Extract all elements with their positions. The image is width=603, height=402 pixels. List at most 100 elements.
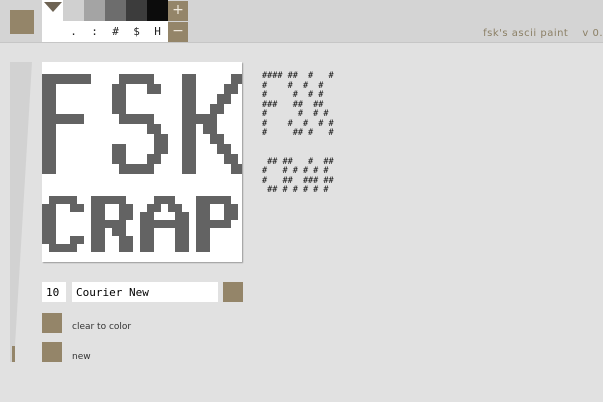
canvas-pixel — [119, 244, 126, 252]
canvas-pixel — [203, 244, 210, 252]
canvas-pixel — [196, 114, 203, 124]
canvas-pixel — [203, 236, 210, 244]
canvas-pixel — [231, 164, 238, 174]
canvas-pixel — [133, 114, 140, 124]
canvas-pixel — [182, 104, 189, 114]
canvas-pixel — [147, 244, 154, 252]
canvas-pixel — [147, 212, 154, 220]
canvas-pixel — [49, 196, 56, 204]
canvas-pixel — [119, 144, 126, 154]
canvas-pixel — [98, 244, 105, 252]
canvas-pixel — [126, 236, 133, 244]
canvas-pixel — [154, 204, 161, 212]
canvas-pixel — [49, 236, 56, 244]
new-button[interactable] — [42, 342, 62, 362]
palette-cell-charcoal[interactable]: $ — [126, 0, 147, 42]
canvas-pixel — [42, 114, 49, 124]
canvas-pixel — [154, 134, 161, 144]
canvas-pixel — [119, 104, 126, 114]
canvas-pixel — [231, 74, 238, 84]
palette-color-swatch — [147, 0, 168, 21]
canvas-pixel — [98, 220, 105, 228]
canvas-pixel — [42, 204, 49, 212]
canvas-pixel — [119, 204, 126, 212]
canvas-pixel — [231, 84, 238, 94]
canvas-pixel — [77, 114, 84, 124]
canvas-pixel — [189, 124, 196, 134]
canvas-pixel — [112, 228, 119, 236]
current-color-swatch[interactable] — [10, 10, 34, 34]
canvas-pixel — [91, 196, 98, 204]
canvas-pixel — [42, 74, 49, 84]
canvas-pixel — [224, 154, 231, 164]
canvas-pixel — [140, 228, 147, 236]
canvas-pixel — [182, 236, 189, 244]
canvas-pixel — [49, 212, 56, 220]
canvas-pixel — [147, 84, 154, 94]
canvas-pixel — [182, 244, 189, 252]
canvas-pixel — [119, 212, 126, 220]
palette-cell-gray[interactable]: : — [84, 0, 105, 42]
font-name-field[interactable] — [72, 282, 218, 302]
canvas-pixel — [182, 74, 189, 84]
canvas-pixel — [112, 84, 119, 94]
canvas-pixel — [224, 220, 231, 228]
palette-cell-black[interactable]: H — [147, 0, 168, 42]
canvas-pixel — [238, 74, 242, 84]
canvas-pixel — [182, 154, 189, 164]
clear-to-color-button[interactable] — [42, 313, 62, 333]
canvas-pixel — [49, 204, 56, 212]
slider-handle[interactable] — [12, 346, 15, 362]
zoom-in-button[interactable]: + — [168, 1, 188, 21]
canvas-pixel — [77, 236, 84, 244]
canvas-pixel — [140, 212, 147, 220]
canvas-pixel — [147, 164, 154, 174]
canvas-pixel — [126, 164, 133, 174]
canvas-pixel — [175, 204, 182, 212]
canvas-pixel — [210, 124, 217, 134]
canvas-pixel — [175, 212, 182, 220]
canvas-pixel — [42, 212, 49, 220]
font-apply-button[interactable] — [223, 282, 243, 302]
font-size-field[interactable] — [42, 282, 66, 302]
canvas-pixel — [203, 212, 210, 220]
palette-cell-light-gray[interactable]: . — [63, 0, 84, 42]
canvas-pixel — [154, 124, 161, 134]
canvas-pixel — [189, 84, 196, 94]
canvas-pixel — [56, 196, 63, 204]
palette-char: . — [63, 21, 84, 42]
canvas-pixel — [77, 204, 84, 212]
canvas-pixel — [189, 94, 196, 104]
canvas-pixel — [224, 196, 231, 204]
canvas-pixel — [189, 104, 196, 114]
canvas-pixel — [154, 144, 161, 154]
zoom-out-button[interactable]: − — [168, 22, 188, 42]
canvas-pixel — [161, 196, 168, 204]
canvas-pixel — [196, 244, 203, 252]
canvas-pixel — [112, 104, 119, 114]
canvas-pixel — [175, 220, 182, 228]
canvas-pixel — [42, 134, 49, 144]
canvas-pixel — [119, 84, 126, 94]
canvas-pixel — [98, 196, 105, 204]
canvas-pixel — [70, 196, 77, 204]
palette-color-swatch — [63, 0, 84, 21]
canvas-pixel — [119, 74, 126, 84]
app-title: fsk's ascii paint v 0. — [469, 28, 603, 39]
canvas-pixel — [49, 104, 56, 114]
palette-cell-dark-gray[interactable]: # — [105, 0, 126, 42]
brush-size-slider[interactable] — [10, 62, 34, 364]
canvas-pixel — [147, 114, 154, 124]
paint-canvas[interactable] — [42, 62, 242, 262]
canvas-pixel — [217, 220, 224, 228]
canvas-pixel — [210, 220, 217, 228]
canvas-pixel — [77, 74, 84, 84]
canvas-pixel — [217, 134, 224, 144]
canvas-pixel — [154, 154, 161, 164]
canvas-pixel — [196, 212, 203, 220]
canvas-pixel — [147, 228, 154, 236]
canvas-pixel — [224, 204, 231, 212]
canvas-pixel — [140, 114, 147, 124]
canvas-pixel — [182, 164, 189, 174]
canvas-pixel — [203, 228, 210, 236]
